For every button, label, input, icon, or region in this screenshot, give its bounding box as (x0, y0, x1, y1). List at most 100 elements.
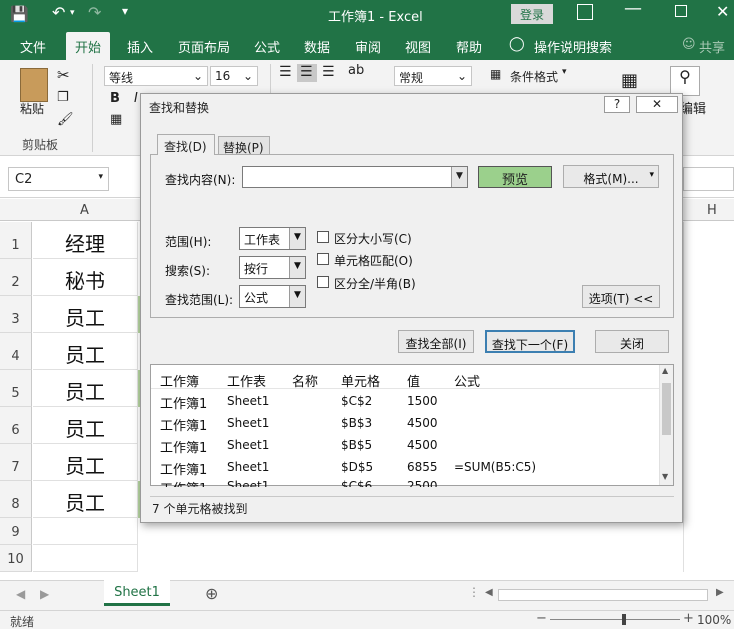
match-byte-label[interactable]: 区分全/半角(B) (334, 275, 416, 292)
match-case-label[interactable]: 区分大小写(C) (334, 230, 412, 247)
tab-view[interactable]: 视图 (405, 37, 431, 56)
maximize-icon[interactable] (675, 5, 687, 17)
cells-icon[interactable]: ▦ (621, 70, 638, 91)
help-button[interactable]: ? (604, 96, 630, 113)
row-header[interactable]: 6 (0, 407, 32, 444)
more-options-icon[interactable]: ⋮ (468, 585, 480, 599)
row-header[interactable]: 8 (0, 481, 32, 518)
tab-data[interactable]: 数据 (304, 37, 330, 56)
table-row[interactable]: 工作簿1 Sheet1 $C$6 2500 (151, 479, 660, 487)
search-icon[interactable]: ⚲ (670, 66, 700, 96)
minimize-icon[interactable]: — (624, 0, 642, 19)
tab-review[interactable]: 审阅 (355, 37, 381, 56)
row-header[interactable]: 2 (0, 259, 32, 296)
table-row[interactable]: 工作簿1 Sheet1 $D$5 6855 =SUM(B5:C5) (151, 457, 660, 479)
zoom-out-icon[interactable]: − (536, 611, 547, 626)
wrap-text-icon[interactable]: ab (348, 63, 364, 78)
close-icon[interactable]: ✕ (716, 2, 729, 21)
paste-label[interactable]: 粘贴 (20, 100, 44, 117)
row-header[interactable]: 3 (0, 296, 32, 333)
share-icon[interactable]: ☺ (682, 37, 696, 52)
cell-a5[interactable]: 员工 (33, 370, 138, 407)
paste-icon[interactable] (20, 68, 48, 102)
cut-icon[interactable]: ✂ (57, 66, 70, 84)
cell-a1[interactable]: 经理 (33, 222, 138, 259)
row-header[interactable]: 1 (0, 222, 32, 259)
look-in-select[interactable]: 公式 ▼ (239, 285, 306, 308)
font-name-select[interactable]: 等线 ⌄ (104, 66, 208, 86)
zoom-slider[interactable] (550, 619, 680, 620)
format-button[interactable]: 格式(M)... ▾ (563, 165, 659, 188)
row-header[interactable]: 4 (0, 333, 32, 370)
h-scroll-right-icon[interactable]: ▶ (716, 587, 724, 598)
table-row[interactable]: 工作簿1 Sheet1 $B$5 4500 (151, 435, 660, 457)
results-header-cell[interactable]: 单元格 (341, 371, 380, 390)
results-header-value[interactable]: 值 (407, 371, 420, 390)
match-byte-checkbox[interactable] (317, 276, 329, 288)
conditional-format-icon[interactable]: ▦ (490, 67, 501, 81)
results-header-name[interactable]: 名称 (292, 371, 318, 390)
tab-help[interactable]: 帮助 (456, 37, 482, 56)
font-size-select[interactable]: 16 ⌄ (210, 66, 258, 86)
find-what-input[interactable]: ▼ (242, 166, 468, 188)
scroll-left-icon[interactable]: ◀ (16, 587, 25, 601)
ribbon-display-icon[interactable] (577, 4, 593, 20)
format-painter-icon[interactable]: 🖌 (57, 112, 74, 127)
align-middle-icon[interactable]: ☰ (297, 64, 317, 82)
cell-a2[interactable]: 秘书 (33, 259, 138, 296)
table-row[interactable]: 工作簿1 Sheet1 $C$2 1500 (151, 391, 660, 413)
name-box[interactable]: C2 ▾ (8, 167, 109, 191)
find-next-button[interactable]: 查找下一个(F) (485, 330, 575, 353)
row-header[interactable]: 10 (0, 545, 32, 572)
h-scroll-left-icon[interactable]: ◀ (485, 587, 493, 598)
column-header-a[interactable]: A (80, 203, 89, 218)
match-entire-label[interactable]: 单元格匹配(O) (334, 252, 413, 269)
find-all-button[interactable]: 查找全部(I) (398, 330, 474, 353)
tab-insert[interactable]: 插入 (127, 37, 153, 56)
search-order-select[interactable]: 按行 ▼ (239, 256, 306, 279)
row-header[interactable]: 5 (0, 370, 32, 407)
options-button[interactable]: 选项(T) << (582, 285, 660, 308)
cell-a10[interactable] (33, 545, 138, 572)
cell-a8[interactable]: 员工 (33, 481, 138, 518)
scrollbar-thumb[interactable] (662, 383, 671, 435)
scroll-right-icon[interactable]: ▶ (40, 587, 49, 601)
italic-button[interactable]: I (134, 91, 138, 106)
zoom-in-icon[interactable]: + (683, 611, 694, 626)
results-header-sheet[interactable]: 工作表 (227, 371, 266, 390)
align-top-icon[interactable]: ☰ (279, 64, 292, 80)
borders-icon[interactable]: ▦ (110, 112, 122, 127)
horizontal-scrollbar[interactable] (498, 589, 708, 601)
edit-group-button[interactable]: 编辑 (680, 98, 706, 117)
chevron-down-icon[interactable]: ▼ (451, 167, 467, 187)
tab-formulas[interactable]: 公式 (254, 37, 280, 56)
results-scrollbar[interactable]: ▲ ▼ (659, 365, 673, 485)
save-icon[interactable]: 💾 (10, 5, 29, 23)
cell-a7[interactable]: 员工 (33, 444, 138, 481)
formula-input[interactable] (683, 167, 734, 191)
scroll-up-icon[interactable]: ▲ (662, 366, 668, 375)
add-sheet-icon[interactable]: ⊕ (205, 584, 218, 603)
row-header[interactable]: 7 (0, 444, 32, 481)
zoom-level[interactable]: 100% (697, 613, 731, 627)
tab-page-layout[interactable]: 页面布局 (178, 37, 230, 56)
align-bottom-icon[interactable]: ☰ (322, 64, 335, 80)
table-row[interactable]: 工作簿1 Sheet1 $B$3 4500 (151, 413, 660, 435)
tell-me-search[interactable]: 操作说明搜索 (534, 37, 612, 56)
within-select[interactable]: 工作表 ▼ (239, 227, 306, 250)
match-case-checkbox[interactable] (317, 231, 329, 243)
results-header-workbook[interactable]: 工作簿 (160, 371, 199, 390)
cell-a4[interactable]: 员工 (33, 333, 138, 370)
customize-toolbar-icon[interactable]: ▾ (122, 4, 128, 18)
number-format-select[interactable]: 常规 ⌄ (394, 66, 472, 86)
tab-home[interactable]: 开始 (66, 32, 111, 60)
zoom-slider-thumb[interactable] (622, 614, 626, 625)
tab-find[interactable]: 查找(D) (157, 134, 215, 155)
bold-button[interactable]: B (110, 91, 120, 106)
column-header-h[interactable]: H (707, 203, 717, 218)
share-button[interactable]: 共享 (699, 37, 725, 56)
undo-icon[interactable]: ↶ (52, 3, 65, 22)
sheet-tab-sheet1[interactable]: Sheet1 (104, 580, 170, 606)
login-button[interactable]: 登录 (511, 4, 553, 24)
results-header-formula[interactable]: 公式 (454, 371, 480, 390)
